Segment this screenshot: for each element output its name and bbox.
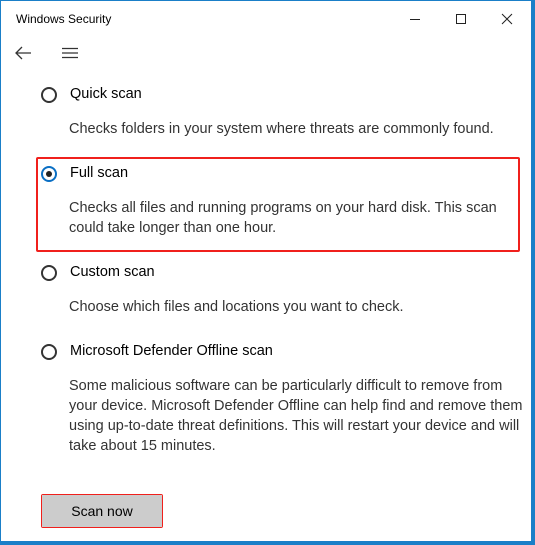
radio-selected-dot bbox=[46, 171, 52, 177]
quick-scan-label: Quick scan bbox=[70, 86, 142, 102]
close-icon bbox=[501, 13, 513, 25]
arrow-left-icon bbox=[14, 46, 32, 65]
defender-offline-scan-label: Microsoft Defender Offline scan bbox=[70, 343, 273, 359]
minimize-icon bbox=[409, 13, 421, 25]
scan-now-button[interactable]: Scan now bbox=[42, 495, 162, 527]
custom-scan-description: Choose which files and locations you wan… bbox=[69, 299, 404, 315]
maximize-icon bbox=[455, 13, 467, 25]
title-bar[interactable]: Windows Security bbox=[1, 1, 531, 37]
full-scan-description: Checks all files and running programs on… bbox=[69, 200, 497, 236]
menu-button[interactable] bbox=[58, 43, 82, 67]
full-scan-label: Full scan bbox=[70, 165, 129, 181]
windows-security-window: Windows Security Quick scan Checks folde… bbox=[1, 1, 531, 541]
maximize-button[interactable] bbox=[438, 1, 484, 37]
minimize-button[interactable] bbox=[392, 1, 438, 37]
defender-offline-scan-description: Some malicious software can be particula… bbox=[69, 378, 523, 454]
close-button[interactable] bbox=[484, 1, 530, 37]
quick-scan-radio[interactable] bbox=[41, 87, 57, 103]
back-button[interactable] bbox=[11, 43, 35, 67]
window-title: Windows Security bbox=[16, 12, 112, 26]
quick-scan-description: Checks folders in your system where thre… bbox=[69, 121, 494, 137]
full-scan-radio[interactable] bbox=[41, 166, 57, 182]
custom-scan-label: Custom scan bbox=[70, 264, 155, 280]
custom-scan-radio[interactable] bbox=[41, 265, 57, 281]
hamburger-menu-icon bbox=[62, 46, 78, 64]
defender-offline-scan-radio[interactable] bbox=[41, 344, 57, 360]
